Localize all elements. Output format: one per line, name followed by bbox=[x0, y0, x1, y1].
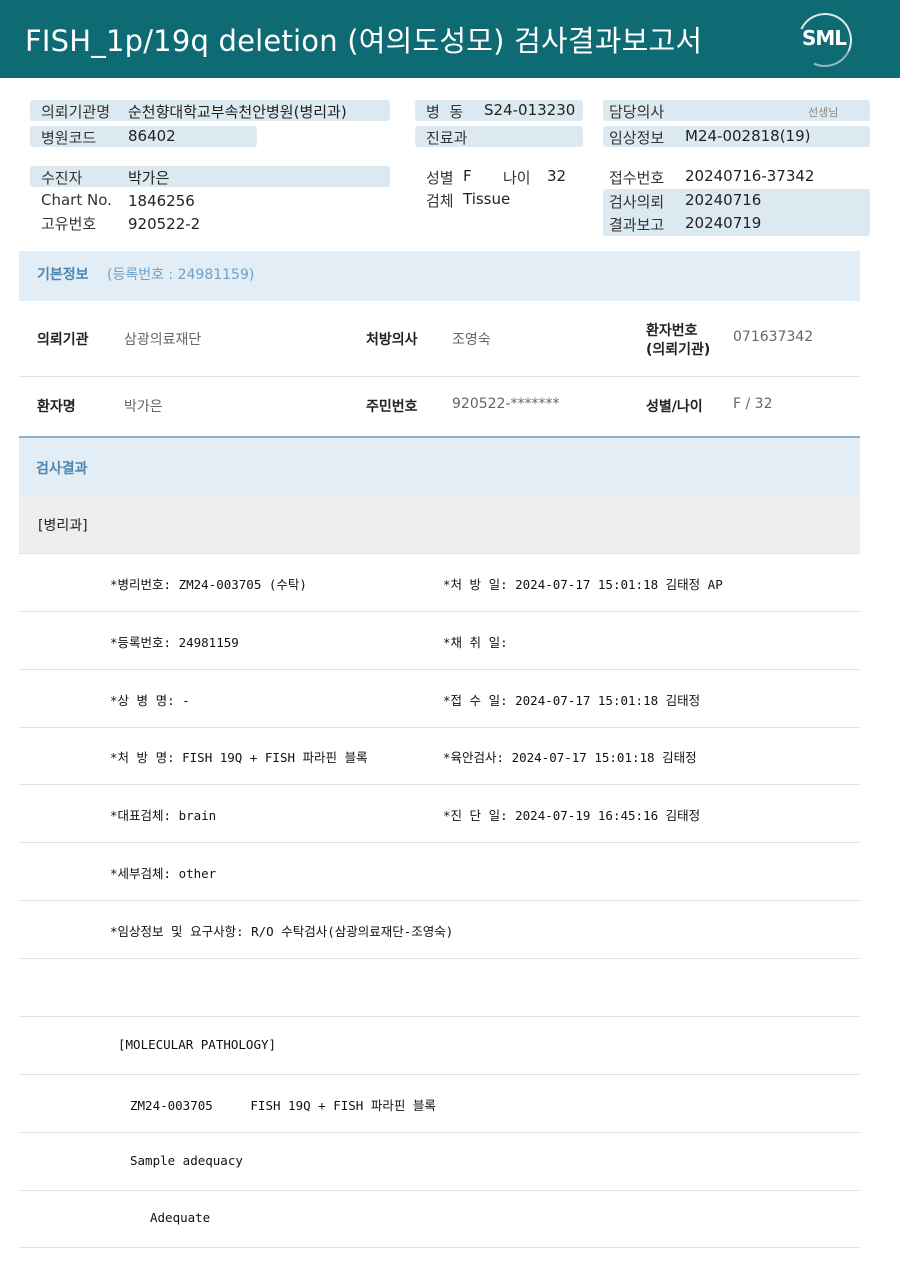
result-line-left: *병리번호: ZM24-003705 (수탁) bbox=[110, 577, 307, 592]
department-row: [병리과] bbox=[19, 495, 860, 554]
hosp-code-label: 병원코드 bbox=[41, 129, 97, 147]
results-header: 검사결과 bbox=[19, 436, 860, 496]
result-line: *대표검체: brain *진 단 일: 2024-07-19 16:45:16… bbox=[19, 785, 860, 843]
molecular-header-line: [MOLECULAR PATHOLOGY] bbox=[19, 1017, 860, 1075]
presc-key: 처방의사 bbox=[366, 332, 418, 348]
uid-value: 920522-2 bbox=[128, 215, 201, 233]
age-label: 나이 bbox=[503, 169, 531, 187]
molecular-header: [MOLECULAR PATHOLOGY] bbox=[118, 1037, 277, 1052]
request-value: 20240716 bbox=[685, 191, 762, 209]
receipt-label: 접수번호 bbox=[609, 169, 665, 187]
sex-age-key: 성별/나이 bbox=[646, 399, 703, 415]
sex-value: F bbox=[463, 167, 472, 185]
result-line-left: *대표검체: brain bbox=[110, 808, 217, 823]
patient-no-key: 환자번호 bbox=[646, 323, 698, 339]
sex-age-value: F / 32 bbox=[733, 396, 773, 412]
molecular-test-line: ZM24-003705 FISH 19Q + FISH 파라핀 블록 bbox=[19, 1075, 860, 1133]
result-line-right: *채 취 일: bbox=[443, 635, 508, 650]
req-inst-label: 의뢰기관명 bbox=[41, 103, 111, 121]
rrn-key: 주민번호 bbox=[366, 399, 418, 415]
adequacy-label: Sample adequacy bbox=[130, 1153, 243, 1168]
name-value: 박가은 bbox=[124, 399, 163, 415]
patient-label: 수진자 bbox=[41, 169, 83, 187]
result-line-left: *상 병 명: - bbox=[110, 693, 190, 708]
result-line: *세부검체: other bbox=[19, 843, 860, 901]
results-title: 검사결과 bbox=[36, 461, 88, 477]
patient-no-value: 071637342 bbox=[733, 329, 814, 345]
adequacy-value: Adequate bbox=[150, 1210, 211, 1225]
hosp-code-value: 86402 bbox=[128, 127, 176, 145]
report-value: 20240719 bbox=[685, 214, 762, 232]
basic-info-title: 기본정보 bbox=[37, 267, 89, 283]
specimen-label: 검체 bbox=[426, 192, 454, 210]
result-line: *임상정보 및 요구사항: R/O 수탁검사(삼광의료재단-조영숙) bbox=[19, 901, 860, 959]
department-label: [병리과] bbox=[38, 518, 88, 534]
age-value: 32 bbox=[547, 167, 567, 185]
sml-logo-icon: SML bbox=[790, 5, 860, 75]
result-line: *처 방 명: FISH 19Q + FISH 파라핀 블록 *육안검사: 20… bbox=[19, 727, 860, 785]
clinical-label: 임상정보 bbox=[609, 129, 665, 147]
dept-label: 진료과 bbox=[426, 129, 468, 147]
receipt-value: 20240716-37342 bbox=[685, 167, 815, 185]
patient-value: 박가은 bbox=[128, 169, 170, 187]
chart-value: 1846256 bbox=[128, 192, 195, 210]
result-line-right: *진 단 일: 2024-07-19 16:45:16 김태정 bbox=[443, 808, 701, 823]
ward-value: S24-013230 bbox=[484, 101, 576, 119]
result-line-left: *세부검체: other bbox=[110, 866, 217, 881]
basic-info-row-1: 의뢰기관 삼광의료재단 처방의사 조영숙 환자번호 (의뢰기관) 0716373… bbox=[19, 302, 860, 377]
doctor-suffix: 선생님 bbox=[808, 106, 839, 119]
basic-info-row-2: 환자명 박가은 주민번호 920522-******* 성별/나이 F / 32 bbox=[19, 377, 860, 434]
report-header: FISH_1p/19q deletion (여의도성모) 검사결과보고서 SML bbox=[0, 0, 900, 78]
ward-label: 병 동 bbox=[426, 103, 464, 121]
sex-label: 성별 bbox=[426, 169, 454, 187]
basic-info-header: 기본정보 (등록번호 : 24981159) bbox=[19, 251, 860, 301]
blank-line bbox=[19, 959, 860, 1017]
report-label: 결과보고 bbox=[609, 216, 665, 234]
result-line-left: *등록번호: 24981159 bbox=[110, 635, 239, 650]
result-line: *등록번호: 24981159 *채 취 일: bbox=[19, 612, 860, 670]
molecular-test: ZM24-003705 FISH 19Q + FISH 파라핀 블록 bbox=[130, 1098, 436, 1113]
specimen-value: Tissue bbox=[463, 190, 511, 208]
patient-bar bbox=[30, 166, 390, 187]
req-inst-value: 순천향대학교부속천안병원(병리과) bbox=[128, 103, 347, 121]
registration-number: (등록번호 : 24981159) bbox=[107, 267, 255, 283]
logo-text: SML bbox=[802, 26, 847, 50]
result-line-left: *임상정보 및 요구사항: R/O 수탁검사(삼광의료재단-조영숙) bbox=[110, 924, 454, 939]
inst-key: 의뢰기관 bbox=[37, 332, 89, 348]
adequacy-value-line: Adequate bbox=[19, 1190, 860, 1248]
adequacy-label-line: Sample adequacy bbox=[19, 1133, 860, 1191]
chart-label: Chart No. bbox=[41, 191, 112, 209]
report-title: FISH_1p/19q deletion (여의도성모) 검사결과보고서 bbox=[25, 24, 703, 58]
result-line-left: *처 방 명: FISH 19Q + FISH 파라핀 블록 bbox=[110, 750, 368, 765]
clinical-value: M24-002818(19) bbox=[685, 127, 811, 145]
request-label: 검사의뢰 bbox=[609, 193, 665, 211]
inst-value: 삼광의료재단 bbox=[124, 332, 202, 348]
doctor-label: 담당의사 bbox=[609, 103, 665, 121]
result-line: *병리번호: ZM24-003705 (수탁) *처 방 일: 2024-07-… bbox=[19, 554, 860, 612]
presc-value: 조영숙 bbox=[452, 332, 491, 348]
name-key: 환자명 bbox=[37, 399, 76, 415]
patient-no-key-sub: (의뢰기관) bbox=[646, 342, 711, 358]
result-line-right: *육안검사: 2024-07-17 15:01:18 김태정 bbox=[443, 750, 697, 765]
result-line-right: *처 방 일: 2024-07-17 15:01:18 김태정 AP bbox=[443, 577, 723, 592]
result-line: *상 병 명: - *접 수 일: 2024-07-17 15:01:18 김태… bbox=[19, 670, 860, 728]
result-line-right: *접 수 일: 2024-07-17 15:01:18 김태정 bbox=[443, 693, 701, 708]
uid-label: 고유번호 bbox=[41, 215, 97, 233]
rrn-value: 920522-******* bbox=[452, 396, 560, 412]
